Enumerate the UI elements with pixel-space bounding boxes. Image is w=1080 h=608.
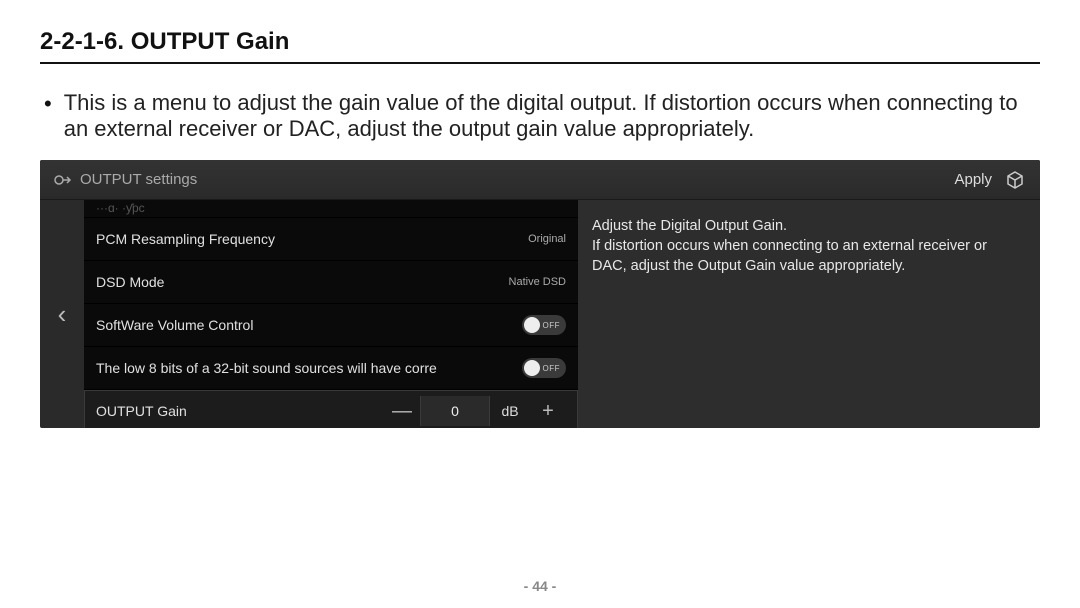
settings-list: ···ɑ· ·ƴpс PCM Resampling Frequency Orig… bbox=[84, 160, 578, 428]
bullet-dot: • bbox=[40, 90, 64, 142]
page-number: - 44 - bbox=[0, 578, 1080, 594]
toggle-state: OFF bbox=[543, 321, 561, 330]
row-label: PCM Resampling Frequency bbox=[96, 231, 275, 247]
toggle-state: OFF bbox=[543, 364, 561, 373]
row-software-volume[interactable]: SoftWare Volume Control OFF bbox=[84, 304, 578, 347]
info-line: Adjust the Digital Output Gain. bbox=[592, 216, 1022, 236]
row-low8bits[interactable]: The low 8 bits of a 32-bit sound sources… bbox=[84, 347, 578, 390]
back-icon[interactable]: ‹ bbox=[58, 299, 67, 330]
device-header: OUTPUT settings Apply bbox=[40, 160, 1040, 200]
toggle-off[interactable]: OFF bbox=[522, 358, 566, 378]
output-icon bbox=[54, 171, 72, 189]
toggle-off[interactable]: OFF bbox=[522, 315, 566, 335]
gain-minus-button[interactable]: — bbox=[384, 396, 420, 426]
row-dsd-mode[interactable]: DSD Mode Native DSD bbox=[84, 261, 578, 304]
section-heading: 2-2-1-6. OUTPUT Gain bbox=[40, 28, 1040, 64]
gain-unit: dB bbox=[490, 396, 530, 426]
apply-button[interactable]: Apply bbox=[954, 171, 992, 188]
row-label: SoftWare Volume Control bbox=[96, 317, 253, 333]
toggle-knob bbox=[524, 360, 540, 376]
info-panel: Adjust the Digital Output Gain. If disto… bbox=[578, 160, 1040, 428]
gain-value: 0 bbox=[420, 396, 490, 426]
row-label: OUTPUT Gain bbox=[96, 403, 187, 419]
description-bullet: • This is a menu to adjust the gain valu… bbox=[40, 90, 1040, 142]
row-pcm-resampling[interactable]: PCM Resampling Frequency Original bbox=[84, 218, 578, 261]
header-title: OUTPUT settings bbox=[80, 171, 197, 188]
row-value: Native DSD bbox=[509, 276, 566, 288]
row-output-gain[interactable]: OUTPUT Gain — 0 dB + bbox=[84, 390, 578, 428]
row-value: Original bbox=[528, 233, 566, 245]
description-text: This is a menu to adjust the gain value … bbox=[64, 90, 1040, 142]
cube-icon[interactable] bbox=[1004, 169, 1026, 191]
info-line: If distortion occurs when connecting to … bbox=[592, 236, 1022, 276]
toggle-knob bbox=[524, 317, 540, 333]
gain-plus-button[interactable]: + bbox=[530, 396, 566, 426]
list-row-partial: ···ɑ· ·ƴpс bbox=[84, 200, 578, 218]
gain-stepper: — 0 dB + bbox=[384, 396, 566, 426]
row-label: The low 8 bits of a 32-bit sound sources… bbox=[96, 360, 437, 376]
row-label: DSD Mode bbox=[96, 274, 164, 290]
device-screenshot: OUTPUT settings Apply ‹ ···ɑ· ·ƴpс PCM R… bbox=[40, 160, 1040, 428]
